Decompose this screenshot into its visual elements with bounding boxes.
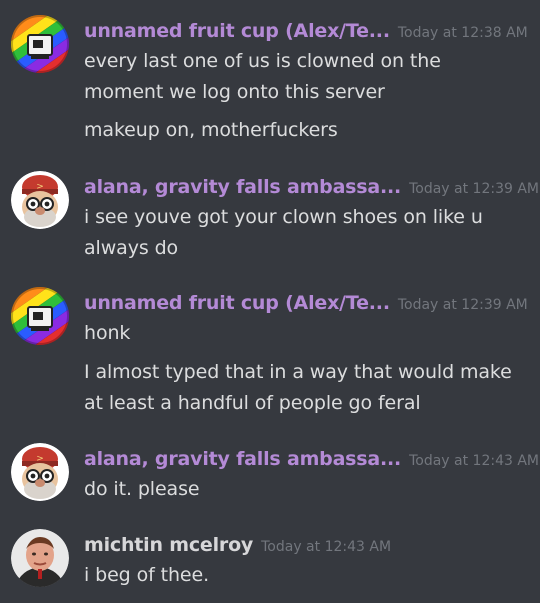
message-text: makeup on, motherfuckers — [84, 119, 338, 141]
message-text: i beg of thee. — [84, 564, 210, 586]
cartoon-old-man-avatar-icon[interactable]: > — [11, 171, 69, 229]
message-header: alana, gravity falls ambassa... Today at … — [84, 448, 539, 470]
svg-text:>: > — [36, 182, 44, 192]
message-header: michtin mcelroy Today at 12:43 AM — [84, 534, 391, 556]
message-text: do it. please — [84, 478, 200, 500]
username[interactable]: unnamed fruit cup (Alex/Te... — [84, 292, 390, 314]
message-text: honk — [84, 322, 131, 344]
message-text: I almost typed that in a way that would … — [84, 361, 512, 414]
timestamp: Today at 12:38 AM — [397, 25, 528, 41]
svg-text:>: > — [36, 454, 44, 464]
message-header: unnamed fruit cup (Alex/Te... Today at 12… — [84, 20, 528, 42]
username[interactable]: unnamed fruit cup (Alex/Te... — [84, 20, 390, 42]
photo-person-avatar-icon[interactable] — [11, 529, 69, 587]
username[interactable]: alana, gravity falls ambassa... — [84, 176, 401, 198]
timestamp: Today at 12:43 AM — [261, 539, 392, 555]
timestamp: Today at 12:39 AM — [409, 181, 540, 197]
username[interactable]: alana, gravity falls ambassa... — [84, 448, 401, 470]
message-header: unnamed fruit cup (Alex/Te... Today at 12… — [84, 292, 528, 314]
timestamp: Today at 12:39 AM — [397, 297, 528, 313]
message-text: every last one of us is clowned on the m… — [84, 50, 441, 103]
rainbow-computer-avatar-icon[interactable] — [11, 15, 69, 73]
username[interactable]: michtin mcelroy — [84, 534, 253, 556]
message-header: alana, gravity falls ambassa... Today at … — [84, 176, 539, 198]
timestamp: Today at 12:43 AM — [409, 453, 540, 469]
rainbow-computer-avatar-icon[interactable] — [11, 287, 69, 345]
message-text: i see youve got your clown shoes on like… — [84, 206, 483, 259]
cartoon-old-man-avatar-icon[interactable]: > — [11, 443, 69, 501]
